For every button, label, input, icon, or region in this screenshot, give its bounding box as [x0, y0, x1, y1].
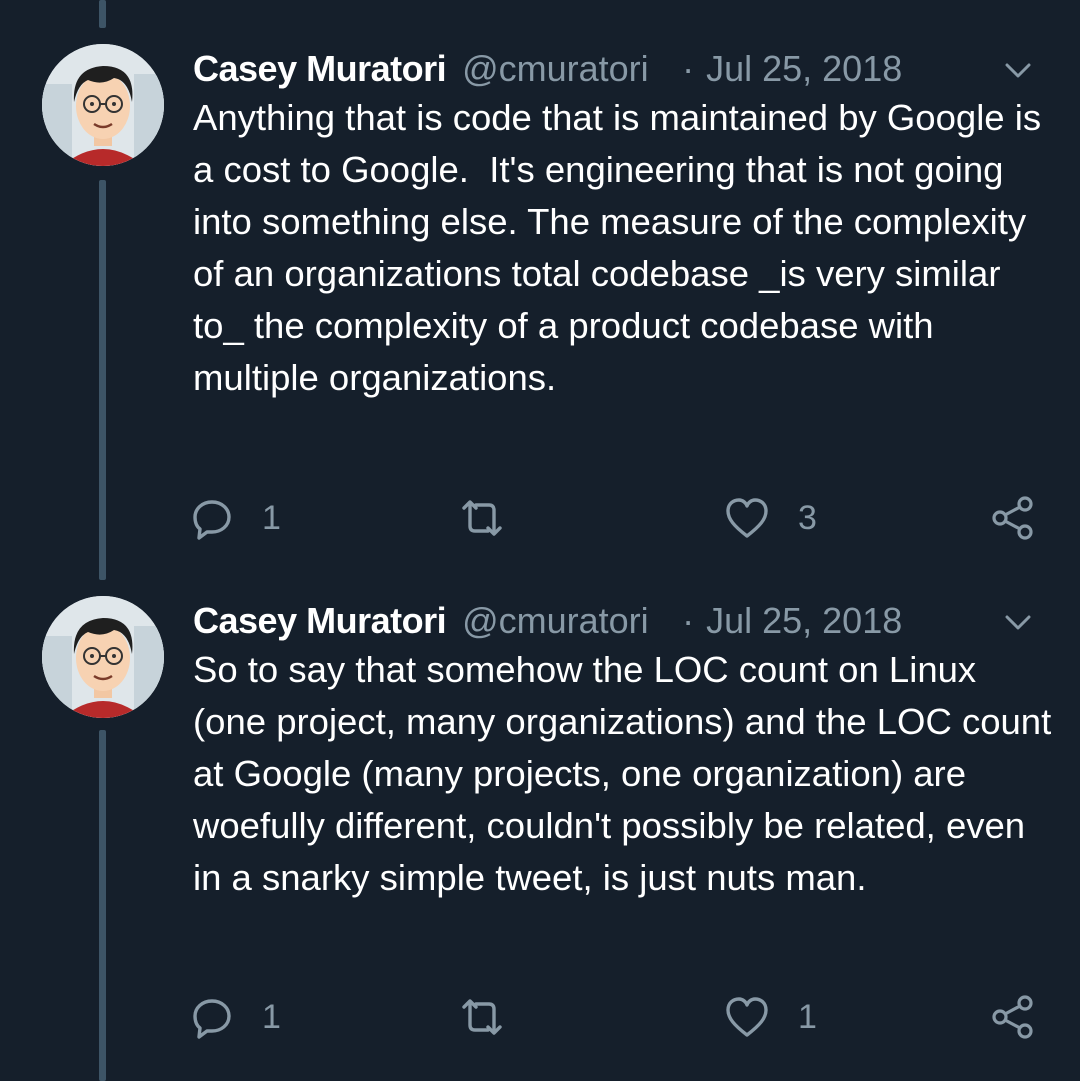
- author-handle[interactable]: @cmuratori: [462, 600, 658, 642]
- retweet-button[interactable]: [456, 493, 536, 543]
- reply-icon: [190, 496, 234, 540]
- tweet-date[interactable]: Jul 25, 2018: [706, 48, 902, 90]
- reply-button[interactable]: 1: [190, 992, 281, 1042]
- reply-icon: [190, 995, 234, 1039]
- like-button[interactable]: 3: [724, 493, 817, 543]
- share-icon: [990, 994, 1036, 1040]
- reply-count: 1: [262, 498, 281, 537]
- reply-count: 1: [262, 997, 281, 1036]
- separator: ·: [682, 48, 695, 89]
- tweet-header: Casey Muratori @cmuratori · Jul 25, 2018: [193, 596, 1043, 646]
- retweet-icon: [456, 496, 508, 540]
- tweet-actions: 1 3: [190, 493, 1040, 543]
- tweet-header: Casey Muratori @cmuratori · Jul 25, 2018: [193, 44, 1043, 94]
- reply-button[interactable]: 1: [190, 493, 281, 543]
- retweet-button[interactable]: [456, 992, 536, 1042]
- tweet-date[interactable]: Jul 25, 2018: [706, 600, 902, 642]
- like-count: 1: [798, 997, 817, 1036]
- chevron-down-icon[interactable]: [1002, 54, 1034, 86]
- author-handle[interactable]: @cmuratori: [462, 48, 658, 90]
- tweet[interactable]: Casey Muratori @cmuratori · Jul 25, 2018…: [0, 44, 1080, 564]
- retweet-icon: [456, 995, 508, 1039]
- avatar[interactable]: [42, 44, 164, 166]
- share-icon: [990, 495, 1036, 541]
- heart-icon: [724, 496, 770, 540]
- author-name[interactable]: Casey Muratori: [193, 600, 447, 642]
- avatar[interactable]: [42, 596, 164, 718]
- tweet-text: Anything that is code that is maintained…: [193, 97, 1052, 398]
- like-count: 3: [798, 498, 817, 537]
- separator: ·: [682, 600, 695, 641]
- heart-icon: [724, 995, 770, 1039]
- tweet-text: So to say that somehow the LOC count on …: [193, 649, 1062, 898]
- thread-line-top: [99, 0, 106, 28]
- author-name[interactable]: Casey Muratori: [193, 48, 447, 90]
- timeline: Casey Muratori @cmuratori · Jul 25, 2018…: [0, 0, 1080, 1081]
- like-button[interactable]: 1: [724, 992, 817, 1042]
- tweet[interactable]: Casey Muratori @cmuratori · Jul 25, 2018…: [0, 596, 1080, 1076]
- share-button[interactable]: [990, 992, 1036, 1042]
- tweet-actions: 1 1: [190, 992, 1040, 1042]
- share-button[interactable]: [990, 493, 1036, 543]
- chevron-down-icon[interactable]: [1002, 606, 1034, 638]
